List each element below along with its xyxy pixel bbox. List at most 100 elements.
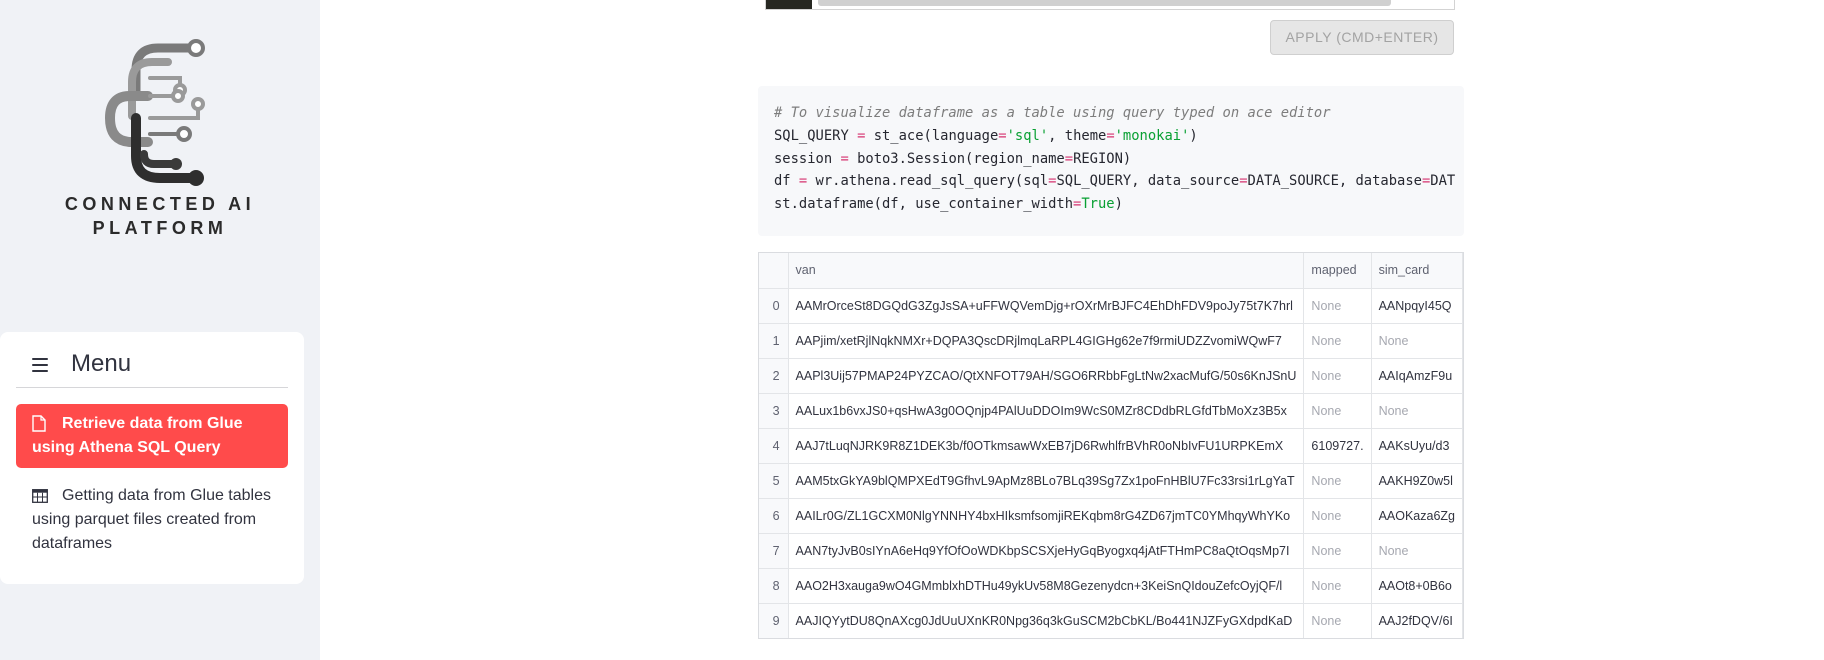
code-token: = [1064,150,1074,167]
main-content: APPLY (CMD+ENTER) # To visualize datafra… [320,0,1824,660]
table-cell[interactable]: AAO2H3xauga9wO4GMmblxhDTHu49ykUv58M8Geze… [788,568,1305,604]
table-body: 0 AAMrOrceSt8DGQdG3ZgJsSA+uFFWQVemDjg+rOX… [759,288,1463,638]
code-block: # To visualize dataframe as a table usin… [758,86,1464,236]
table-row: 2 AAPl3Uij57PMAP24PYZCAO/QtXNFOT79AH/SGO6… [759,358,1463,394]
menu-header[interactable]: Menu [16,348,288,388]
table-row: 7 AAN7tyJvB0sIYnA6eHq9YfOfOoWDKbpSCSXjeHy… [759,533,1463,569]
code-token: = [790,173,816,190]
editor-scrollbar[interactable] [818,0,1391,6]
row-index: 3 [759,393,789,429]
row-index: 5 [759,463,789,499]
dataframe-table[interactable]: van mapped sim_card 0 AAMrOrceSt8DGQdG3Zg… [758,252,1464,639]
code-token: = [998,127,1007,144]
code-token: ) [1114,196,1123,213]
table-cell[interactable]: None [1303,568,1372,604]
table-header-row: van mapped sim_card [759,253,1463,289]
logo-line-2: PLATFORM [92,218,228,238]
table-cell[interactable]: AAN7tyJvB0sIYnA6eHq9YfOfOoWDKbpSCSXjeHyG… [788,533,1305,569]
row-index: 0 [759,288,789,324]
menu-title: Menu [71,350,132,377]
column-header-index[interactable] [759,253,789,289]
table-cell[interactable]: AAJIQYytDU8QnAXcg0JdUuUXnKR0Npg36q3kGuSC… [788,603,1305,638]
row-index: 6 [759,498,789,534]
logo-text: CONNECTED AI PLATFORM [50,192,270,240]
table-cell[interactable]: None [1303,603,1372,638]
table-cell[interactable]: AAPl3Uij57PMAP24PYZCAO/QtXNFOT79AH/SGO6R… [788,358,1305,394]
code-token: = [1239,173,1248,190]
table-cell[interactable]: None [1371,323,1463,359]
code-token: st.dataframe(df, use_container_width [774,196,1074,213]
row-index: 8 [759,568,789,604]
menu-card: Menu Retrieve data from Glue using Athen… [0,332,304,584]
code-token: = [848,127,874,144]
table-cell[interactable]: None [1303,288,1372,324]
table-cell[interactable]: None [1303,358,1372,394]
table-cell[interactable]: AAOKaza6Zg [1371,498,1463,534]
table-icon [32,489,48,503]
column-header-mapped[interactable]: mapped [1303,253,1372,289]
code-token: , theme [1048,127,1107,144]
table-cell[interactable]: AAJ7tLuqNJRK9R8Z1DEK3b/f0OTkmsawWxEB7jD6… [788,428,1305,464]
table-cell[interactable]: AALux1b6vxJS0+qsHwA3g0OQnjp4PAlUuDDOIm9W… [788,393,1305,429]
code-token: = [1106,127,1115,144]
row-index: 4 [759,428,789,464]
menu-item-retrieve-athena[interactable]: Retrieve data from Glue using Athena SQL… [16,404,288,468]
code-token: DAT [1430,173,1456,190]
code-token: True [1081,196,1115,213]
code-token: DATA_SOURCE, database [1247,173,1422,190]
table-row: 5 AAM5txGkYA9blQMPXEdT9GfhvL9ApMz8BLo7BLq… [759,463,1463,499]
table-row: 0 AAMrOrceSt8DGQdG3ZgJsSA+uFFWQVemDjg+rOX… [759,288,1463,324]
menu-item-label: Retrieve data from Glue using Athena SQL… [32,415,243,456]
table-cell[interactable]: AAILr0G/ZL1GCXM0NlgYNNHY4bxHIksmfsomjiRE… [788,498,1305,534]
column-header-van[interactable]: van [788,253,1305,289]
table-cell[interactable]: AAJ2fDQV/6I [1371,603,1463,638]
logo-line-1: CONNECTED AI [64,194,256,214]
table-row: 8 AAO2H3xauga9wO4GMmblxhDTHu49ykUv58M8Gez… [759,568,1463,604]
apply-button[interactable]: APPLY (CMD+ENTER) [1270,20,1454,55]
table-row: 3 AALux1b6vxJS0+qsHwA3g0OQnjp4PAlUuDDOIm9… [759,393,1463,429]
row-index: 9 [759,603,789,638]
menu-item-parquet-files[interactable]: Getting data from Glue tables using parq… [16,484,288,556]
code-token: REGION) [1073,150,1132,167]
circuit-logo-icon [104,39,205,186]
table-cell[interactable]: None [1303,463,1372,499]
row-index: 2 [759,358,789,394]
table-cell[interactable]: AAOt8+0B6o [1371,568,1463,604]
code-token: df [774,173,791,190]
code-token: boto3.Session(region_name [857,150,1065,167]
table-cell[interactable]: AAKsUyu/d3 [1371,428,1463,464]
table-cell[interactable]: AAM5txGkYA9blQMPXEdT9GfhvL9ApMz8BLo7BLq3… [788,463,1305,499]
code-token: session [774,150,833,167]
table-cell[interactable]: None [1303,498,1372,534]
file-icon [32,415,46,432]
code-token: 'sql' [1006,127,1049,144]
row-index: 1 [759,323,789,359]
table-row: 6 AAILr0G/ZL1GCXM0NlgYNNHY4bxHIksmfsomjiR… [759,498,1463,534]
table-cell[interactable]: None [1371,533,1463,569]
editor-gutter [766,0,812,9]
menu-item-label: Getting data from Glue tables using parq… [32,487,271,552]
code-token: 'monokai' [1114,127,1190,144]
table-cell[interactable]: 6109727. [1303,428,1372,464]
table-cell[interactable]: AAKH9Z0w5l [1371,463,1463,499]
column-header-sim-card[interactable]: sim_card [1371,253,1463,289]
code-token: SQL_QUERY [774,127,849,144]
code-text: # To visualize dataframe as a table usin… [774,102,1455,216]
table-cell[interactable]: AAIqAmzF9u [1371,358,1463,394]
table-cell[interactable]: AAMrOrceSt8DGQdG3ZgJsSA+uFFWQVemDjg+rOXr… [788,288,1305,324]
table-cell[interactable]: None [1303,393,1372,429]
table-cell[interactable]: AANpqyI45Q [1371,288,1463,324]
table-cell[interactable]: None [1303,533,1372,569]
hamburger-icon[interactable] [32,358,48,372]
code-token: = [832,150,858,167]
code-token: wr.athena.read_sql_query(sql [815,173,1049,190]
data-grid: van mapped sim_card 0 AAMrOrceSt8DGQdG3Zg… [759,253,1463,638]
ace-editor[interactable] [765,0,1455,10]
table-cell[interactable]: AAPjim/xetRjlNqkNMXr+DQPA3QscDRjlmqLaRPL… [788,323,1305,359]
table-cell[interactable]: None [1303,323,1372,359]
table-row: 4 AAJ7tLuqNJRK9R8Z1DEK3b/f0OTkmsawWxEB7jD… [759,428,1463,464]
table-cell[interactable]: None [1371,393,1463,429]
table-row: 9 AAJIQYytDU8QnAXcg0JdUuUXnKR0Npg36q3kGuS… [759,603,1463,638]
code-comment: # To visualize dataframe as a table usin… [774,105,1331,121]
row-index: 7 [759,533,789,569]
